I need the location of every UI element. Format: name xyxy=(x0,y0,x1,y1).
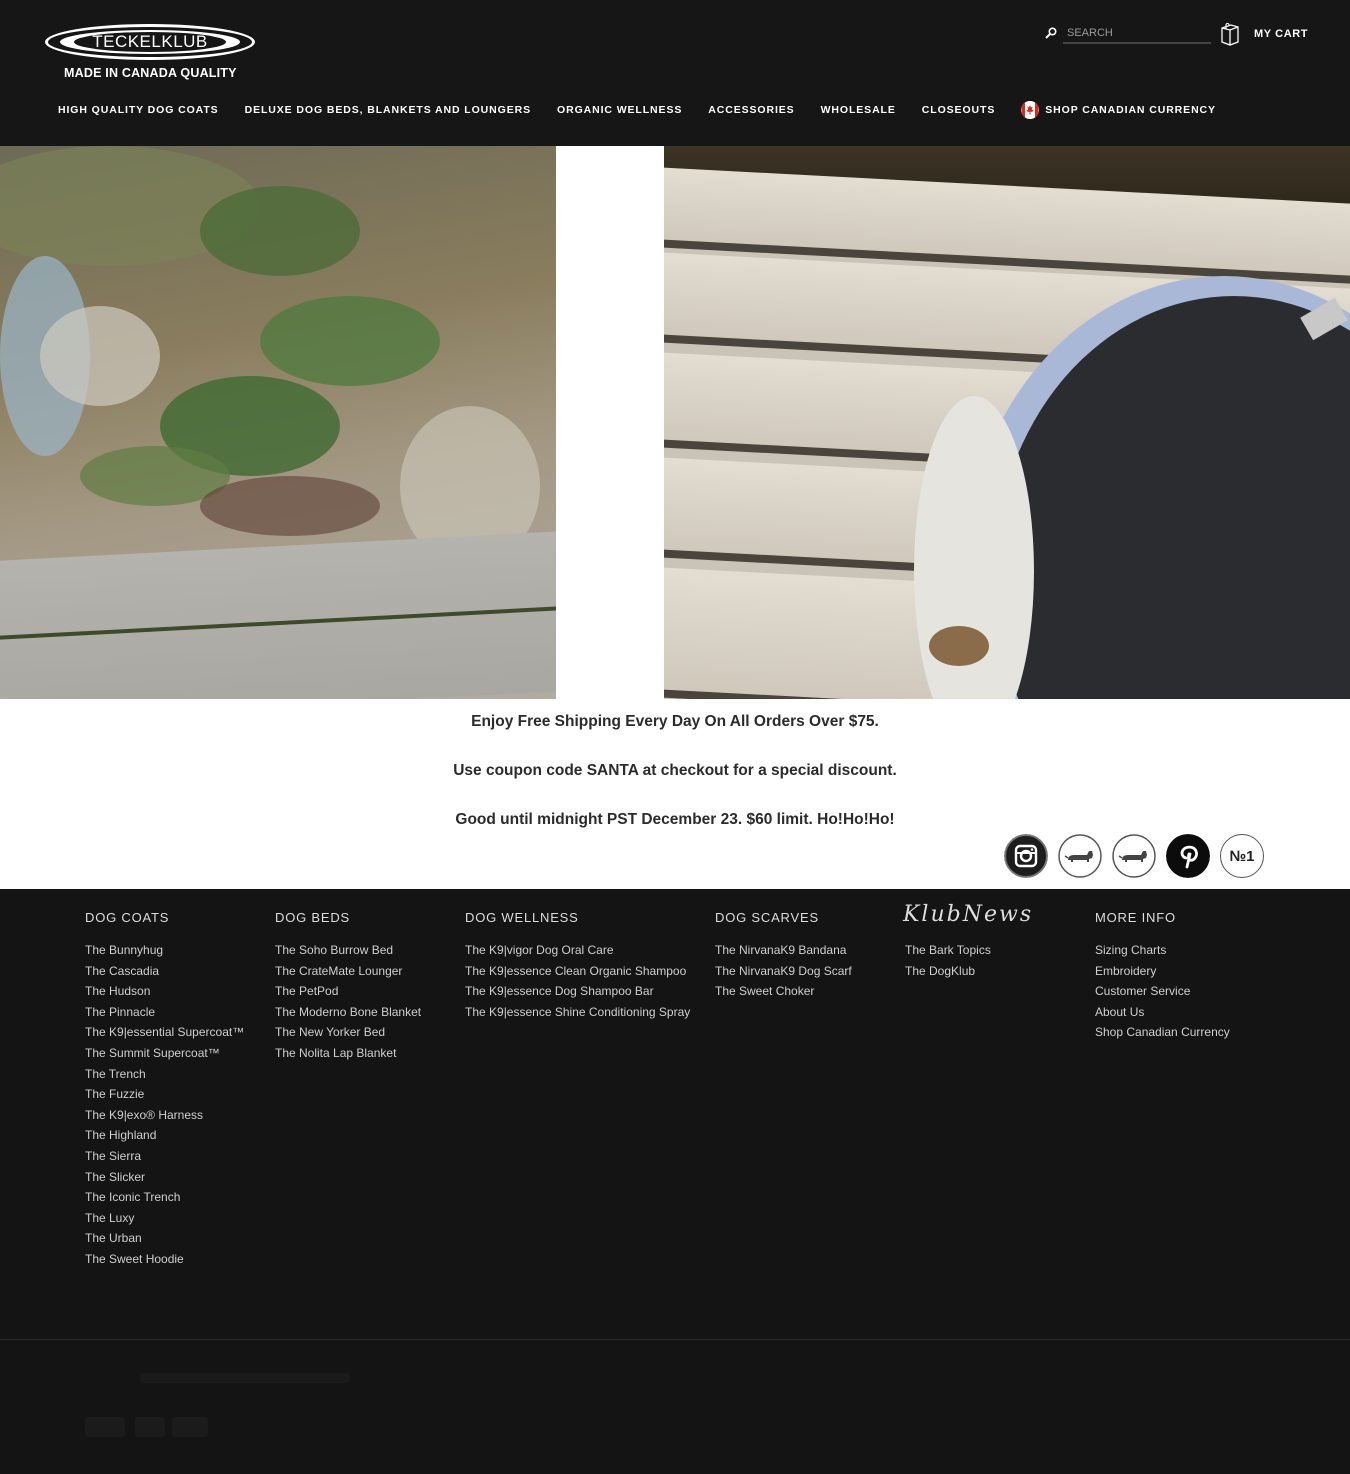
nav-item-canadian-currency[interactable]: SHOP CANADIAN CURRENCY xyxy=(1008,101,1229,119)
payment-icon xyxy=(172,1417,208,1437)
footer-col-dog-coats: DOG COATS The Bunnyhug The Cascadia The … xyxy=(85,910,244,1270)
footer-link[interactable]: The Cascadia xyxy=(85,961,244,982)
nav-item-dog-beds[interactable]: DELUXE DOG BEDS, BLANKETS AND LOUNGERS xyxy=(232,104,544,116)
footer-link[interactable]: The Highland xyxy=(85,1125,244,1146)
footer-bottom-bar xyxy=(0,1340,1350,1474)
promo-free-shipping: Enjoy Free Shipping Every Day On All Ord… xyxy=(471,713,879,730)
nav-item-dog-coats[interactable]: HIGH QUALITY DOG COATS xyxy=(45,104,232,116)
footer-link[interactable]: The Summit Supercoat™ xyxy=(85,1043,244,1064)
footer-link[interactable]: Customer Service xyxy=(1095,981,1230,1002)
search-box xyxy=(1045,22,1213,46)
footer-link[interactable]: The Bark Topics xyxy=(903,940,1033,961)
cart-label: MY CART xyxy=(1254,28,1309,40)
footer-link[interactable]: The Iconic Trench xyxy=(85,1187,244,1208)
footer-link[interactable]: The K9|essence Dog Shampoo Bar xyxy=(465,981,690,1002)
nav-item-accessories[interactable]: ACCESSORIES xyxy=(695,104,807,116)
footer-link[interactable]: The CrateMate Lounger xyxy=(275,961,421,982)
nav-item-wholesale[interactable]: WHOLESALE xyxy=(808,104,909,116)
my-dog-is-no1-icon[interactable]: №1 xyxy=(1220,834,1264,878)
nav-item-organic-wellness[interactable]: ORGANIC WELLNESS xyxy=(544,104,695,116)
main-nav: HIGH QUALITY DOG COATS DELUXE DOG BEDS, … xyxy=(45,98,1229,122)
footer-link[interactable]: The Luxy xyxy=(85,1208,244,1229)
footer-heading: DOG SCARVES xyxy=(715,910,819,925)
footer-link[interactable]: The NirvanaK9 Dog Scarf xyxy=(715,961,852,982)
footer-link[interactable]: The Trench xyxy=(85,1064,244,1085)
promo-coupon: Use coupon code SANTA at checkout for a … xyxy=(453,762,897,779)
footer-link[interactable]: About Us xyxy=(1095,1002,1230,1023)
hero-image-left xyxy=(0,146,556,699)
footer-col-more-info: MORE INFO Sizing Charts Embroidery Custo… xyxy=(1095,910,1230,1043)
teckelklub-logo[interactable]: TECKELKLUB MADE IN CANADA QUALITY xyxy=(45,24,257,84)
pinterest-icon[interactable] xyxy=(1166,834,1210,878)
footer-heading: DOG COATS xyxy=(85,910,170,925)
hero-image-right xyxy=(664,146,1350,699)
footer-link[interactable]: The PetPod xyxy=(275,981,421,1002)
dachshund-icon[interactable] xyxy=(1058,834,1102,878)
footer-link[interactable]: The K9|essence Shine Conditioning Spray xyxy=(465,1002,690,1023)
footer-link[interactable]: The Nolita Lap Blanket xyxy=(275,1043,421,1064)
footer-link[interactable]: Shop Canadian Currency xyxy=(1095,1022,1230,1043)
footer-link[interactable]: The K9|essence Clean Organic Shampoo xyxy=(465,961,690,982)
footer-heading: DOG WELLNESS xyxy=(465,910,579,925)
site-header: TECKELKLUB MADE IN CANADA QUALITY MY CAR… xyxy=(0,0,1350,146)
footer-link[interactable]: The Hudson xyxy=(85,981,244,1002)
hero-divider xyxy=(556,146,664,699)
footer-col-dog-scarves: DOG SCARVES The NirvanaK9 Bandana The Ni… xyxy=(715,910,852,1002)
footer-link[interactable]: The Slicker xyxy=(85,1167,244,1188)
footer-link[interactable]: The Sweet Hoodie xyxy=(85,1249,244,1270)
footer-link[interactable]: Sizing Charts xyxy=(1095,940,1230,961)
footer-col-dog-wellness: DOG WELLNESS The K9|vigor Dog Oral Care … xyxy=(465,910,690,1022)
footer-link[interactable]: Embroidery xyxy=(1095,961,1230,982)
footer-link[interactable]: The Sierra xyxy=(85,1146,244,1167)
footer-link[interactable]: The Bunnyhug xyxy=(85,940,244,961)
footer-link[interactable]: The K9|essential Supercoat™ xyxy=(85,1022,244,1043)
copyright-placeholder xyxy=(140,1373,350,1383)
payment-icon xyxy=(135,1417,165,1437)
shopping-bag-icon xyxy=(1221,22,1239,46)
footer-link[interactable]: The Moderno Bone Blanket xyxy=(275,1002,421,1023)
footer-link[interactable]: The Sweet Choker xyxy=(715,981,852,1002)
footer-link[interactable]: The New Yorker Bed xyxy=(275,1022,421,1043)
footer-link[interactable]: The Pinnacle xyxy=(85,1002,244,1023)
nav-item-label: SHOP CANADIAN CURRENCY xyxy=(1045,104,1216,116)
hero-banner[interactable] xyxy=(0,146,1350,699)
badge-text: №1 xyxy=(1229,847,1255,865)
canada-flag-icon xyxy=(1021,101,1040,119)
footer-col-klub-news: KlubNews The Bark Topics The DogKlub xyxy=(903,902,1033,982)
search-input[interactable] xyxy=(1063,24,1211,44)
logo-tagline: MADE IN CANADA QUALITY xyxy=(64,66,237,80)
logo-text: TECKELKLUB xyxy=(92,32,208,51)
search-icon[interactable] xyxy=(1045,27,1057,39)
footer-link[interactable]: The DogKlub xyxy=(903,961,1033,982)
footer-link[interactable]: The NirvanaK9 Bandana xyxy=(715,940,852,961)
footer-link[interactable]: The K9|exo® Harness xyxy=(85,1105,244,1126)
footer-heading-klub-news: KlubNews xyxy=(903,902,1034,927)
footer-heading: MORE INFO xyxy=(1095,910,1176,925)
payment-icon xyxy=(85,1417,125,1437)
footer-col-dog-beds: DOG BEDS The Soho Burrow Bed The CrateMa… xyxy=(275,910,421,1064)
cart-link[interactable]: MY CART xyxy=(1220,21,1308,47)
dachshund-icon[interactable] xyxy=(1112,834,1156,878)
footer-link[interactable]: The Urban xyxy=(85,1228,244,1249)
nav-item-closeouts[interactable]: CLOSEOUTS xyxy=(909,104,1008,116)
instagram-icon[interactable] xyxy=(1004,834,1048,878)
footer-heading: DOG BEDS xyxy=(275,910,351,925)
footer-link[interactable]: The Fuzzie xyxy=(85,1084,244,1105)
footer-link[interactable]: The Soho Burrow Bed xyxy=(275,940,421,961)
footer-link[interactable]: The K9|vigor Dog Oral Care xyxy=(465,940,690,961)
promo-deadline: Good until midnight PST December 23. $60… xyxy=(455,811,895,828)
